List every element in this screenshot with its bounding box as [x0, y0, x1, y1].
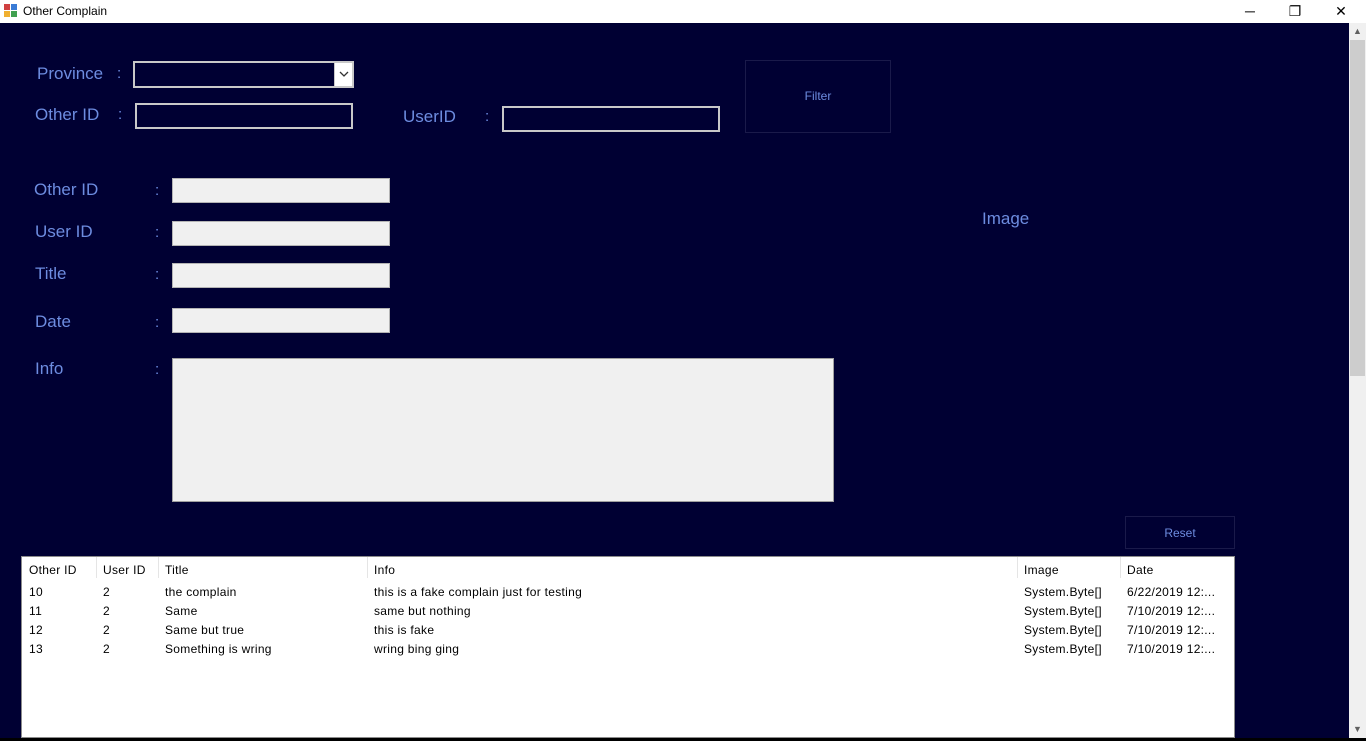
minimize-button[interactable]: ─: [1227, 0, 1273, 23]
scroll-down-arrow-icon[interactable]: ▼: [1349, 721, 1366, 738]
cell-title: Same but true: [165, 623, 245, 637]
cell-image: System.Byte[]: [1024, 623, 1102, 637]
cell-other-id: 10: [29, 585, 43, 599]
column-header-user-id[interactable]: User ID: [97, 557, 159, 578]
colon: :: [155, 266, 160, 283]
filter-button[interactable]: Filter: [745, 60, 891, 133]
scroll-up-arrow-icon[interactable]: ▲: [1349, 23, 1366, 40]
column-header-title[interactable]: Title: [159, 557, 368, 578]
cell-user-id: 2: [103, 585, 110, 599]
cell-image: System.Byte[]: [1024, 642, 1102, 656]
cell-image: System.Byte[]: [1024, 585, 1102, 599]
colon: :: [118, 106, 123, 123]
vertical-scrollbar[interactable]: ▲ ▼: [1349, 23, 1366, 738]
app-icon: [4, 4, 18, 18]
cell-info: same but nothing: [374, 604, 471, 618]
colon: :: [155, 361, 160, 378]
cell-title: Something is wring: [165, 642, 272, 656]
cell-other-id: 13: [29, 642, 43, 656]
form-client-area: Province : Other ID : UserID : Filter Ot…: [0, 23, 1349, 738]
info-label: Info: [35, 359, 64, 378]
other-id-label: Other ID: [34, 180, 99, 199]
filter-user-id-input[interactable]: [502, 106, 720, 132]
date-label: Date: [35, 312, 71, 331]
column-header-image[interactable]: Image: [1018, 557, 1121, 578]
colon: :: [485, 108, 490, 125]
window-title: Other Complain: [23, 4, 108, 18]
cell-date: 6/22/2019 12:...: [1127, 585, 1216, 599]
list-header: Other ID User ID Title Info Image Date: [22, 557, 1234, 578]
cell-other-id: 11: [29, 604, 43, 618]
user-id-label: User ID: [35, 222, 93, 241]
cell-user-id: 2: [103, 623, 110, 637]
cell-info: wring bing ging: [374, 642, 460, 656]
title-label: Title: [35, 264, 67, 283]
image-label: Image: [982, 209, 1030, 228]
filter-other-id-label: Other ID: [35, 105, 100, 124]
chevron-down-icon[interactable]: [334, 63, 352, 86]
restore-button[interactable]: ❐: [1272, 0, 1318, 23]
table-row[interactable]: 11 2 Same same but nothing System.Byte[]…: [22, 604, 1234, 623]
cell-title: Same: [165, 604, 198, 618]
cell-date: 7/10/2019 12:...: [1127, 642, 1216, 656]
table-row[interactable]: 13 2 Something is wring wring bing ging …: [22, 642, 1234, 661]
cell-other-id: 12: [29, 623, 43, 637]
title-bar: Other Complain ─ ❐ ✕: [0, 0, 1366, 23]
table-row[interactable]: 12 2 Same but true this is fake System.B…: [22, 623, 1234, 642]
complaints-list-view[interactable]: Other ID User ID Title Info Image Date 1…: [21, 556, 1235, 738]
reset-button[interactable]: Reset: [1125, 516, 1235, 549]
colon: :: [155, 314, 160, 331]
cell-date: 7/10/2019 12:...: [1127, 623, 1216, 637]
cell-info: this is a fake complain just for testing: [374, 585, 583, 599]
cell-title: the complain: [165, 585, 237, 599]
date-field[interactable]: [172, 308, 390, 333]
other-id-field[interactable]: [172, 178, 390, 203]
colon: :: [155, 224, 160, 241]
cell-image: System.Byte[]: [1024, 604, 1102, 618]
info-textarea[interactable]: [172, 358, 834, 502]
column-header-info[interactable]: Info: [368, 557, 1018, 578]
filter-user-id-label: UserID: [403, 107, 456, 126]
filter-other-id-input[interactable]: [135, 103, 353, 129]
cell-user-id: 2: [103, 642, 110, 656]
user-id-field[interactable]: [172, 221, 390, 246]
cell-info: this is fake: [374, 623, 435, 637]
province-label: Province: [37, 64, 104, 83]
column-header-date[interactable]: Date: [1121, 557, 1234, 578]
colon: :: [117, 65, 122, 82]
scrollbar-thumb[interactable]: [1350, 40, 1365, 376]
title-field[interactable]: [172, 263, 390, 288]
colon: :: [155, 182, 160, 199]
cell-date: 7/10/2019 12:...: [1127, 604, 1216, 618]
province-dropdown[interactable]: [133, 61, 354, 88]
column-header-other-id[interactable]: Other ID: [22, 557, 97, 578]
table-row[interactable]: 10 2 the complain this is a fake complai…: [22, 585, 1234, 604]
close-button[interactable]: ✕: [1318, 0, 1364, 23]
cell-user-id: 2: [103, 604, 110, 618]
